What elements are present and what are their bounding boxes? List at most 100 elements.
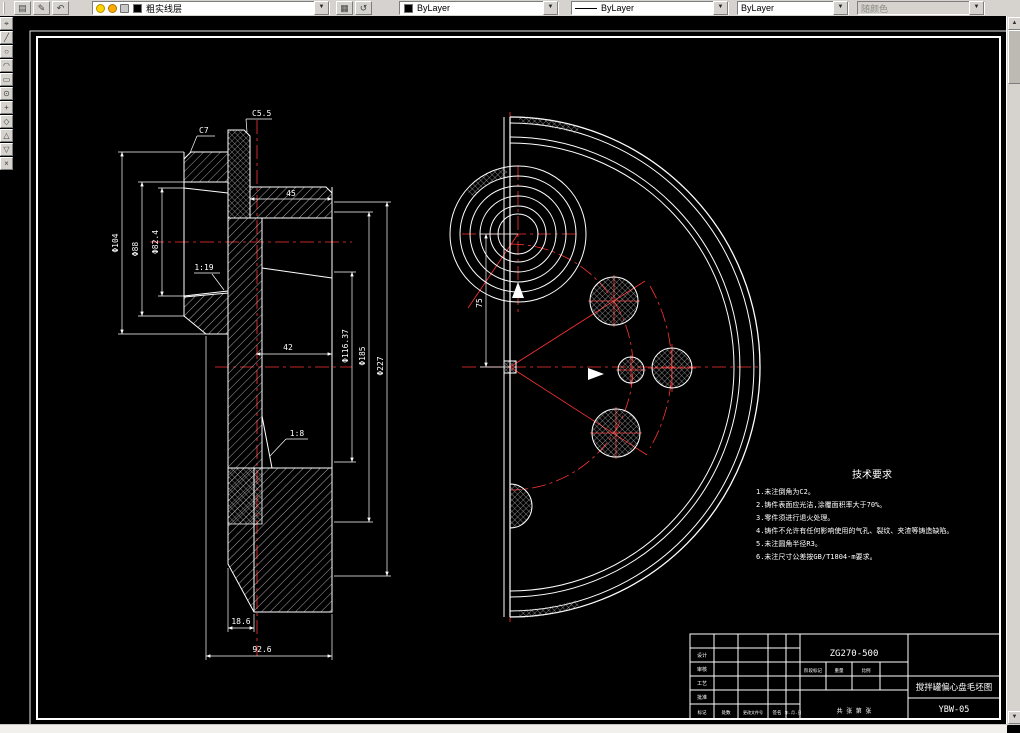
- section-arrow-right: [588, 368, 604, 380]
- sheet-frame: [29, 30, 1008, 726]
- bolt-hole: [591, 408, 641, 458]
- dim-label-taper-1-8: 1:8: [290, 429, 305, 438]
- bolt-hole: [617, 356, 645, 384]
- layer-previous-icon[interactable]: ↶: [52, 1, 69, 15]
- vertical-scroll-thumb[interactable]: [1008, 30, 1020, 84]
- front-view: 75: [449, 112, 762, 622]
- section-view: C5.5 C7 45 42 1:19 1:8 Φ104 Φ88 Φ82.4 Φ1…: [111, 109, 391, 660]
- linetype-sample-icon: [575, 7, 597, 9]
- dim-label-42: 42: [283, 343, 293, 352]
- bolt-hole: [589, 276, 639, 326]
- color-value: ByLayer: [417, 3, 451, 13]
- top-toolbar: ▤ ✎ ↶ 粗实线层 ▼ ▦ ↺ ByLayer ▼ ByLayer ▼ ByL…: [0, 0, 1020, 17]
- stage-mark-label: 阶段标记: [804, 667, 822, 674]
- dim-label-d88: Φ88: [131, 242, 140, 257]
- sheet-count-label: 共 张 第 张: [837, 707, 872, 715]
- scroll-up-icon[interactable]: ▲: [1008, 17, 1020, 30]
- plotstyle-value: 随颜色: [861, 4, 889, 15]
- dim-label-taper-1-19: 1:19: [194, 263, 213, 272]
- designer-label: 设计: [697, 652, 707, 659]
- bolt-hole: [651, 347, 693, 389]
- mark-label: 标记: [698, 709, 707, 716]
- cad-application-window: ▤ ✎ ↶ 粗实线层 ▼ ▦ ↺ ByLayer ▼ ByLayer ▼ ByL…: [0, 0, 1020, 733]
- technical-drawing: C5.5 C7 45 42 1:19 1:8 Φ104 Φ88 Φ82.4 Φ1…: [29, 30, 1008, 726]
- dropdown-arrow-icon[interactable]: ▼: [543, 1, 558, 15]
- point-tool-icon[interactable]: +: [0, 101, 13, 114]
- draw-toolbar: ⌖ ╱ ○ ◠ ▭ ⊙ + ◇ △ ▽ ×: [0, 17, 15, 170]
- current-layer-name: 粗实线层: [146, 4, 183, 15]
- weight-label: 重量: [835, 667, 844, 674]
- date-label: 年.月.日: [785, 709, 802, 715]
- circle-tool-icon[interactable]: ○: [0, 45, 13, 58]
- dim-label-d11637: Φ116.37: [341, 329, 350, 363]
- change-doc-label: 更改文件号: [743, 709, 763, 715]
- pointer-tool-icon[interactable]: ⌖: [0, 17, 13, 30]
- color-combo[interactable]: ByLayer ▼: [399, 1, 559, 15]
- lineweight-combo[interactable]: ByLayer ▼: [737, 1, 849, 15]
- tech-requirements: 技术要求 1.未注倒角为C2。 2.铸件表面应光洁,涂覆面积率大于70%。 3.…: [756, 468, 953, 561]
- lineweight-value: ByLayer: [741, 3, 775, 13]
- signature-label: 签名: [773, 709, 782, 716]
- undo-layer-change-icon[interactable]: ↺: [355, 1, 372, 15]
- count-label: 处数: [722, 709, 731, 716]
- foot-insert-section: [227, 467, 263, 525]
- edge-half-hole: [509, 483, 533, 529]
- approver-label: 批准: [697, 694, 707, 701]
- drawing-canvas[interactable]: ⌖ ╱ ○ ◠ ▭ ⊙ + ◇ △ ▽ × C5.5 C7 45 42 1:19…: [0, 16, 1020, 733]
- tech-note: 6.未注尺寸公差按GB/T1804-m要求。: [756, 552, 877, 561]
- dropdown-arrow-icon[interactable]: ▼: [833, 1, 848, 15]
- dropdown-arrow-icon[interactable]: ▼: [314, 1, 329, 15]
- drawing-title: 搅拌罐偏心盘毛坯图: [916, 682, 993, 693]
- erase-tool-icon[interactable]: ×: [0, 157, 13, 170]
- dim-label-75: 75: [475, 298, 484, 308]
- tech-requirements-title: 技术要求: [852, 468, 892, 481]
- layer-combo[interactable]: 粗实线层 ▼: [92, 1, 330, 15]
- dim-label-c7: C7: [199, 126, 209, 135]
- dim-label-c55: C5.5: [252, 109, 271, 118]
- tech-note: 3.零件须进行退火处理。: [756, 513, 834, 522]
- scale-label: 比例: [862, 667, 871, 674]
- triangle-tool-icon[interactable]: △: [0, 129, 13, 142]
- layer-lock-icon[interactable]: [120, 3, 129, 13]
- dim-label-d824: Φ82.4: [151, 230, 160, 254]
- bolt-holes: [503, 276, 693, 529]
- polygon-tool-icon[interactable]: ◇: [0, 115, 13, 128]
- horizontal-scrollbar[interactable]: [0, 724, 1007, 733]
- layer-on-icon[interactable]: [96, 3, 105, 13]
- dim-label-186: 18.6: [231, 617, 250, 626]
- tech-note: 5.未注圆角半径R3。: [756, 539, 822, 548]
- linetype-combo[interactable]: ByLayer ▼: [571, 1, 729, 15]
- rim-hatch-top: [518, 116, 580, 134]
- dim-label-d104: Φ104: [111, 233, 120, 252]
- plotstyle-combo: 随颜色 ▼: [857, 1, 985, 15]
- layer-properties-manager-icon[interactable]: ▤: [14, 1, 31, 15]
- arc-tool-icon[interactable]: ◠: [0, 59, 13, 72]
- rectangle-tool-icon[interactable]: ▭: [0, 73, 13, 86]
- dim-label-926: 92.6: [252, 645, 271, 654]
- hatch-tool-icon[interactable]: ▽: [0, 143, 13, 156]
- title-block: ZG270-500 搅拌罐偏心盘毛坯图 YBW-05 阶段标记 重量 比例 共 …: [689, 633, 1001, 720]
- hub-lower-wall-section: [183, 292, 229, 335]
- tech-note: 4.铸件不允许有任何影响使用的气孔、裂纹、夹渣等铸造缺陷。: [756, 526, 953, 535]
- toolbar-grip[interactable]: [3, 2, 10, 14]
- layer-freeze-icon[interactable]: [108, 3, 117, 13]
- linetype-value: ByLayer: [601, 3, 635, 13]
- vertical-scrollbar[interactable]: ▲ ▼: [1006, 16, 1020, 725]
- layer-color-swatch: [133, 3, 142, 13]
- color-swatch: [404, 3, 413, 13]
- line-tool-icon[interactable]: ╱: [0, 31, 13, 44]
- dim-label-45: 45: [286, 189, 296, 198]
- donut-tool-icon[interactable]: ⊙: [0, 87, 13, 100]
- scroll-down-icon[interactable]: ▼: [1008, 711, 1020, 724]
- dim-label-d227: Φ227: [376, 356, 385, 375]
- layer-states-manager-icon[interactable]: ▦: [336, 1, 353, 15]
- rim-hatch-bottom: [518, 600, 580, 618]
- tech-note: 2.铸件表面应光洁,涂覆面积率大于70%。: [756, 500, 886, 509]
- dropdown-arrow-icon[interactable]: ▼: [713, 1, 728, 15]
- checker-label: 审核: [697, 666, 707, 673]
- tech-note: 1.未注倒角为C2。: [756, 487, 815, 496]
- disc-web-section: [227, 217, 263, 469]
- make-object-layer-current-icon[interactable]: ✎: [33, 1, 50, 15]
- material-spec: ZG270-500: [830, 649, 879, 659]
- dropdown-arrow-icon: ▼: [969, 1, 984, 15]
